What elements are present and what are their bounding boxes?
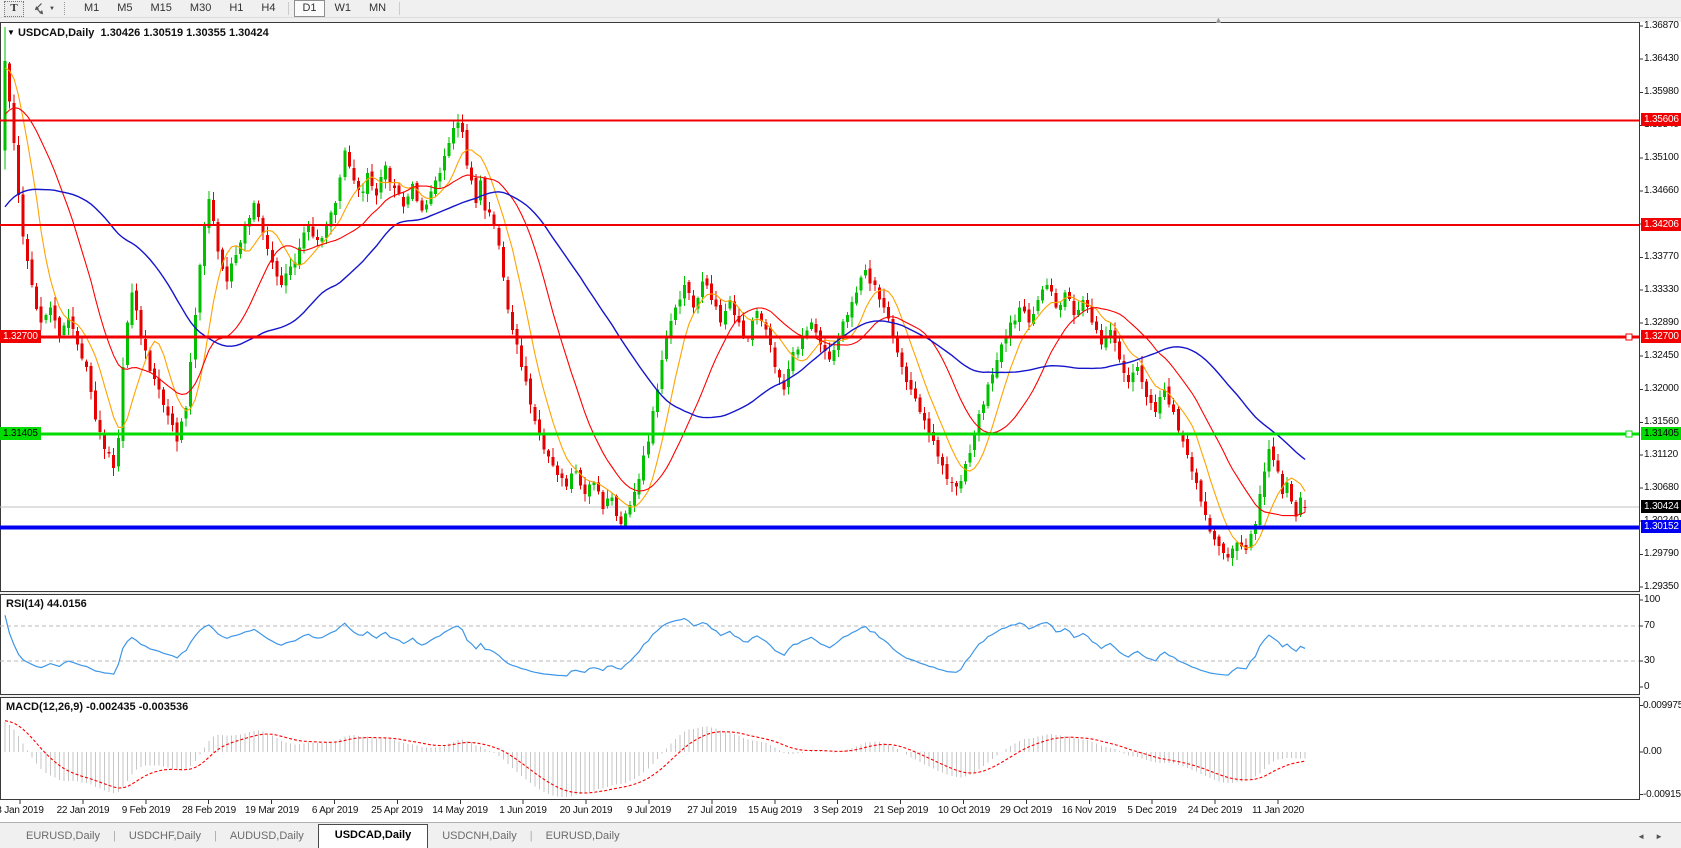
chart-tab-eurusd[interactable]: EURUSD,Daily [14, 826, 112, 846]
toolbar-grip[interactable] [64, 2, 68, 15]
timeframe-button-group: M1M5M15M30H1H4 D1W1MN [75, 0, 404, 17]
chart-tab-eurusd[interactable]: EURUSD,Daily [534, 826, 632, 846]
tab-separator: | [214, 830, 217, 842]
rsi-pane[interactable] [0, 594, 1640, 695]
price-axis[interactable] [1640, 22, 1681, 800]
macd-pane[interactable] [0, 697, 1640, 800]
toolbar-separator [288, 2, 289, 15]
timeframe-button-mn[interactable]: MN [361, 0, 394, 17]
time-axis[interactable] [0, 800, 1681, 822]
chart-tab-usdchf[interactable]: USDCHF,Daily [117, 826, 213, 846]
toolbar: T ▼ M1M5M15M30H1H4 D1W1MN [0, 0, 1681, 18]
chart-tab-audusd[interactable]: AUDUSD,Daily [218, 826, 316, 846]
timeframe-button-h1[interactable]: H1 [221, 0, 251, 17]
timeframe-button-h4[interactable]: H4 [253, 0, 283, 17]
timeframe-button-w1[interactable]: W1 [327, 0, 360, 17]
text-tool-icon: T [10, 2, 17, 14]
dropdown-caret-icon[interactable]: ▼ [49, 6, 55, 12]
timeframe-button-m15[interactable]: M15 [143, 0, 180, 17]
chart-tabs: EURUSD,Daily|USDCHF,Daily|AUDUSD,DailyUS… [14, 823, 632, 848]
main-chart-pane[interactable] [0, 22, 1640, 592]
timeframe-button-m30[interactable]: M30 [182, 0, 219, 17]
timeframe-button-m5[interactable]: M5 [109, 0, 140, 17]
chart-tab-usdcnh[interactable]: USDCNH,Daily [430, 826, 529, 846]
tab-separator: | [113, 830, 116, 842]
text-tool-button[interactable]: T [4, 1, 24, 17]
toolbar-separator [399, 2, 400, 15]
timeframe-button-m1[interactable]: M1 [76, 0, 107, 17]
arrows-tool-button[interactable]: ▼ [32, 1, 55, 16]
tab-separator: | [530, 830, 533, 842]
mt4-window: T ▼ M1M5M15M30H1H4D1W1MN ▼ USDCAD,Daily … [0, 0, 1681, 848]
timeframe-button-d1[interactable]: D1 [294, 0, 324, 17]
chart-tab-usdcad-active[interactable]: USDCAD,Daily [318, 824, 428, 848]
tab-scroll-left-icon[interactable]: ◄ [1637, 832, 1645, 841]
tab-scroll-right-icon[interactable]: ► [1655, 832, 1663, 841]
chart-tab-bar: EURUSD,Daily|USDCHF,Daily|AUDUSD,DailyUS… [0, 822, 1681, 848]
arrows-tool-icon [32, 2, 46, 15]
